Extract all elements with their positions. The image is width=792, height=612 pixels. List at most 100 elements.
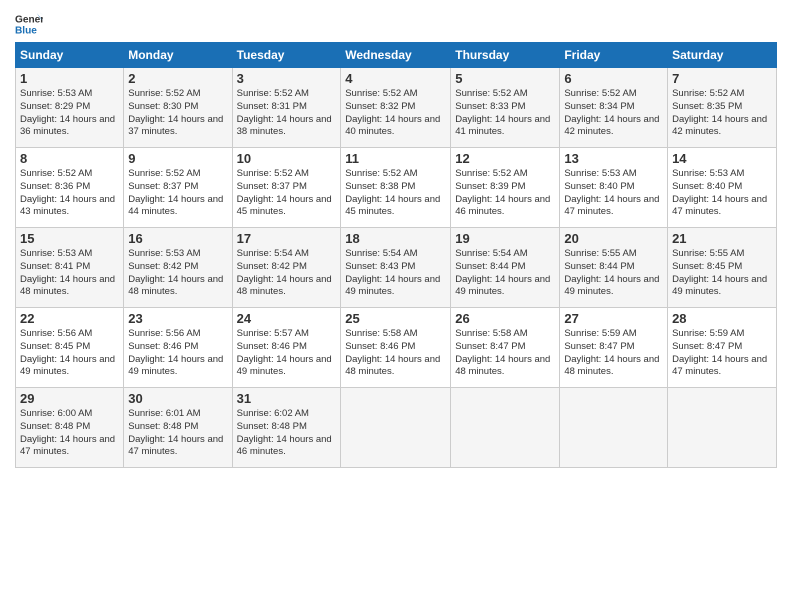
day-info: Sunrise: 5:52 AMSunset: 8:36 PMDaylight:…	[20, 168, 115, 217]
day-info: Sunrise: 5:54 AMSunset: 8:43 PMDaylight:…	[345, 248, 440, 297]
day-number: 4	[345, 71, 446, 86]
day-info: Sunrise: 5:54 AMSunset: 8:42 PMDaylight:…	[237, 248, 332, 297]
day-number: 24	[237, 311, 337, 326]
day-number: 21	[672, 231, 772, 246]
calendar-cell: 24 Sunrise: 5:57 AMSunset: 8:46 PMDaylig…	[232, 308, 341, 388]
day-info: Sunrise: 6:01 AMSunset: 8:48 PMDaylight:…	[128, 408, 223, 457]
calendar-cell: 8 Sunrise: 5:52 AMSunset: 8:36 PMDayligh…	[16, 148, 124, 228]
day-number: 5	[455, 71, 555, 86]
day-number: 3	[237, 71, 337, 86]
day-number: 22	[20, 311, 119, 326]
day-number: 17	[237, 231, 337, 246]
day-number: 13	[564, 151, 663, 166]
day-number: 19	[455, 231, 555, 246]
svg-text:Blue: Blue	[15, 25, 37, 36]
logo: General Blue	[15, 10, 43, 38]
calendar-cell: 9 Sunrise: 5:52 AMSunset: 8:37 PMDayligh…	[124, 148, 232, 228]
calendar-cell	[341, 388, 451, 468]
calendar-cell: 22 Sunrise: 5:56 AMSunset: 8:45 PMDaylig…	[16, 308, 124, 388]
logo-icon: General Blue	[15, 10, 43, 38]
calendar-cell	[668, 388, 777, 468]
calendar-cell: 7 Sunrise: 5:52 AMSunset: 8:35 PMDayligh…	[668, 68, 777, 148]
calendar-cell: 25 Sunrise: 5:58 AMSunset: 8:46 PMDaylig…	[341, 308, 451, 388]
day-info: Sunrise: 5:53 AMSunset: 8:40 PMDaylight:…	[564, 168, 659, 217]
day-of-week-header: Saturday	[668, 43, 777, 68]
calendar-row: 8 Sunrise: 5:52 AMSunset: 8:36 PMDayligh…	[16, 148, 777, 228]
day-number: 18	[345, 231, 446, 246]
day-info: Sunrise: 6:00 AMSunset: 8:48 PMDaylight:…	[20, 408, 115, 457]
calendar-cell: 30 Sunrise: 6:01 AMSunset: 8:48 PMDaylig…	[124, 388, 232, 468]
day-number: 11	[345, 151, 446, 166]
day-info: Sunrise: 5:56 AMSunset: 8:45 PMDaylight:…	[20, 328, 115, 377]
day-number: 26	[455, 311, 555, 326]
day-number: 25	[345, 311, 446, 326]
day-info: Sunrise: 5:52 AMSunset: 8:39 PMDaylight:…	[455, 168, 550, 217]
day-number: 28	[672, 311, 772, 326]
day-info: Sunrise: 5:52 AMSunset: 8:35 PMDaylight:…	[672, 88, 767, 137]
page-container: General Blue SundayMondayTuesdayWednesda…	[0, 0, 792, 478]
day-of-week-header: Thursday	[451, 43, 560, 68]
header: General Blue	[15, 10, 777, 38]
calendar-cell: 27 Sunrise: 5:59 AMSunset: 8:47 PMDaylig…	[560, 308, 668, 388]
day-number: 1	[20, 71, 119, 86]
day-number: 6	[564, 71, 663, 86]
calendar-header: SundayMondayTuesdayWednesdayThursdayFrid…	[16, 43, 777, 68]
day-info: Sunrise: 5:53 AMSunset: 8:41 PMDaylight:…	[20, 248, 115, 297]
calendar-cell: 21 Sunrise: 5:55 AMSunset: 8:45 PMDaylig…	[668, 228, 777, 308]
day-info: Sunrise: 5:52 AMSunset: 8:32 PMDaylight:…	[345, 88, 440, 137]
day-info: Sunrise: 5:58 AMSunset: 8:47 PMDaylight:…	[455, 328, 550, 377]
day-of-week-header: Tuesday	[232, 43, 341, 68]
calendar-cell: 2 Sunrise: 5:52 AMSunset: 8:30 PMDayligh…	[124, 68, 232, 148]
calendar-row: 29 Sunrise: 6:00 AMSunset: 8:48 PMDaylig…	[16, 388, 777, 468]
day-number: 23	[128, 311, 227, 326]
day-number: 31	[237, 391, 337, 406]
day-number: 10	[237, 151, 337, 166]
calendar-cell: 13 Sunrise: 5:53 AMSunset: 8:40 PMDaylig…	[560, 148, 668, 228]
day-info: Sunrise: 5:52 AMSunset: 8:33 PMDaylight:…	[455, 88, 550, 137]
day-number: 2	[128, 71, 227, 86]
day-of-week-header: Wednesday	[341, 43, 451, 68]
day-number: 7	[672, 71, 772, 86]
calendar-cell: 4 Sunrise: 5:52 AMSunset: 8:32 PMDayligh…	[341, 68, 451, 148]
day-info: Sunrise: 5:52 AMSunset: 8:37 PMDaylight:…	[237, 168, 332, 217]
calendar-cell	[451, 388, 560, 468]
calendar-cell: 18 Sunrise: 5:54 AMSunset: 8:43 PMDaylig…	[341, 228, 451, 308]
calendar-row: 15 Sunrise: 5:53 AMSunset: 8:41 PMDaylig…	[16, 228, 777, 308]
day-info: Sunrise: 5:53 AMSunset: 8:42 PMDaylight:…	[128, 248, 223, 297]
calendar-cell: 11 Sunrise: 5:52 AMSunset: 8:38 PMDaylig…	[341, 148, 451, 228]
day-number: 14	[672, 151, 772, 166]
day-info: Sunrise: 5:52 AMSunset: 8:34 PMDaylight:…	[564, 88, 659, 137]
day-number: 20	[564, 231, 663, 246]
calendar-cell: 19 Sunrise: 5:54 AMSunset: 8:44 PMDaylig…	[451, 228, 560, 308]
calendar-cell: 23 Sunrise: 5:56 AMSunset: 8:46 PMDaylig…	[124, 308, 232, 388]
day-info: Sunrise: 5:55 AMSunset: 8:44 PMDaylight:…	[564, 248, 659, 297]
calendar-table: SundayMondayTuesdayWednesdayThursdayFrid…	[15, 42, 777, 468]
day-of-week-header: Friday	[560, 43, 668, 68]
calendar-cell	[560, 388, 668, 468]
calendar-cell: 5 Sunrise: 5:52 AMSunset: 8:33 PMDayligh…	[451, 68, 560, 148]
day-info: Sunrise: 5:53 AMSunset: 8:29 PMDaylight:…	[20, 88, 115, 137]
calendar-cell: 3 Sunrise: 5:52 AMSunset: 8:31 PMDayligh…	[232, 68, 341, 148]
calendar-cell: 31 Sunrise: 6:02 AMSunset: 8:48 PMDaylig…	[232, 388, 341, 468]
day-number: 9	[128, 151, 227, 166]
day-info: Sunrise: 5:57 AMSunset: 8:46 PMDaylight:…	[237, 328, 332, 377]
day-info: Sunrise: 5:53 AMSunset: 8:40 PMDaylight:…	[672, 168, 767, 217]
day-info: Sunrise: 5:54 AMSunset: 8:44 PMDaylight:…	[455, 248, 550, 297]
calendar-cell: 1 Sunrise: 5:53 AMSunset: 8:29 PMDayligh…	[16, 68, 124, 148]
day-info: Sunrise: 5:52 AMSunset: 8:37 PMDaylight:…	[128, 168, 223, 217]
calendar-row: 1 Sunrise: 5:53 AMSunset: 8:29 PMDayligh…	[16, 68, 777, 148]
day-info: Sunrise: 5:55 AMSunset: 8:45 PMDaylight:…	[672, 248, 767, 297]
day-info: Sunrise: 5:52 AMSunset: 8:38 PMDaylight:…	[345, 168, 440, 217]
day-number: 16	[128, 231, 227, 246]
calendar-cell: 20 Sunrise: 5:55 AMSunset: 8:44 PMDaylig…	[560, 228, 668, 308]
day-number: 30	[128, 391, 227, 406]
day-number: 15	[20, 231, 119, 246]
day-number: 12	[455, 151, 555, 166]
day-info: Sunrise: 6:02 AMSunset: 8:48 PMDaylight:…	[237, 408, 332, 457]
calendar-cell: 28 Sunrise: 5:59 AMSunset: 8:47 PMDaylig…	[668, 308, 777, 388]
day-info: Sunrise: 5:58 AMSunset: 8:46 PMDaylight:…	[345, 328, 440, 377]
calendar-row: 22 Sunrise: 5:56 AMSunset: 8:45 PMDaylig…	[16, 308, 777, 388]
day-info: Sunrise: 5:52 AMSunset: 8:31 PMDaylight:…	[237, 88, 332, 137]
calendar-cell: 17 Sunrise: 5:54 AMSunset: 8:42 PMDaylig…	[232, 228, 341, 308]
day-of-week-header: Monday	[124, 43, 232, 68]
